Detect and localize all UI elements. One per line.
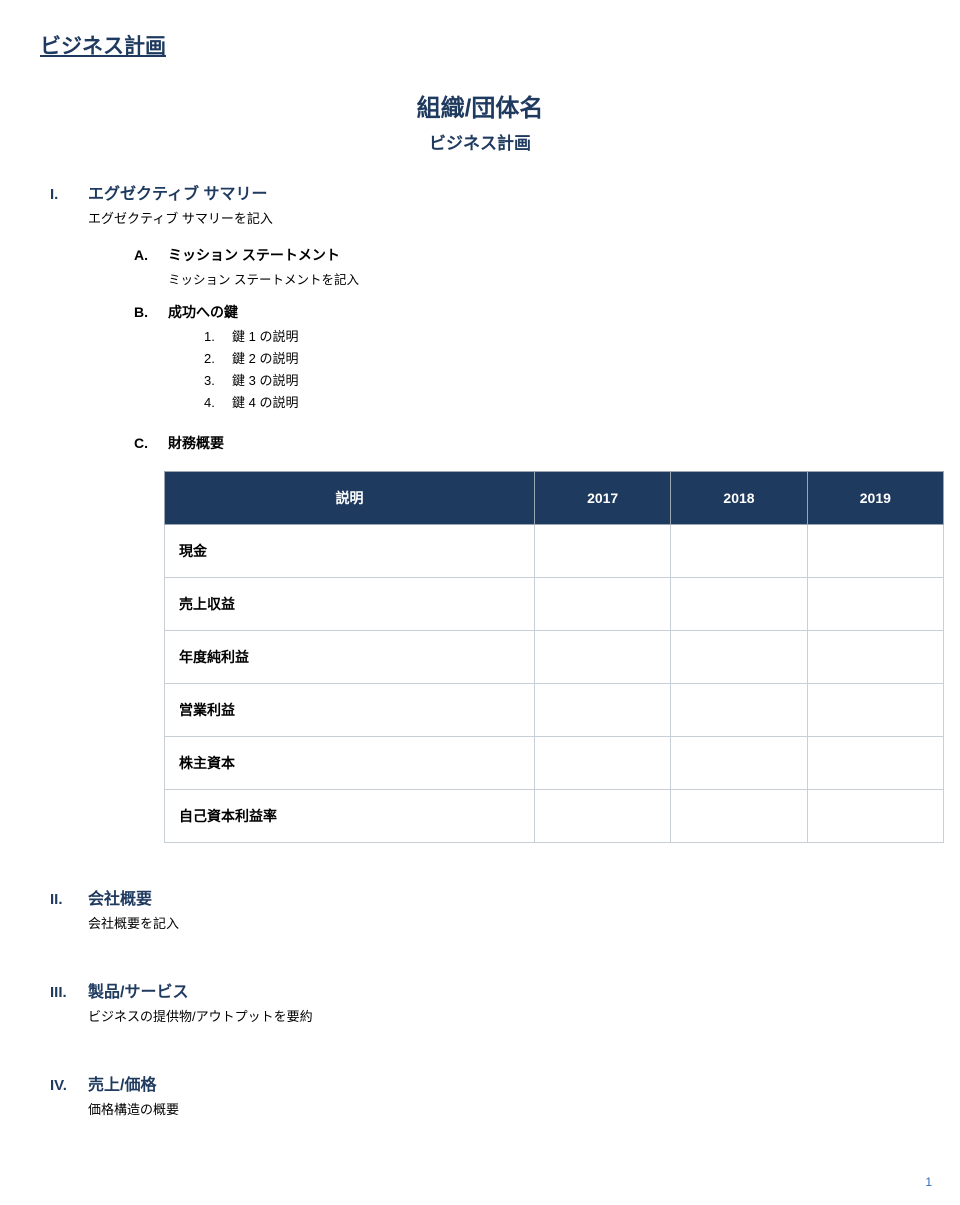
- document-subtitle: ビジネス計画: [40, 129, 920, 154]
- section-executive-summary: I. エグゼクティブ サマリー エグゼクティブ サマリーを記入 A. ミッション…: [40, 180, 920, 843]
- item-number: 4.: [204, 395, 232, 410]
- section-products-services: III. 製品/サービス ビジネスの提供物/アウトプットを要約: [40, 978, 920, 1029]
- section-body: エグゼクティブ サマリー エグゼクティブ サマリーを記入 A. ミッション ステ…: [88, 180, 944, 843]
- subsection-body: 財務概要: [168, 433, 944, 457]
- section-note: 価格構造の概要: [88, 1099, 920, 1118]
- section-number: I.: [40, 186, 88, 203]
- section-number: II.: [40, 891, 88, 908]
- section-title: 会社概要: [88, 885, 920, 909]
- section-body: 会社概要 会社概要を記入: [88, 885, 920, 936]
- subsection-title: 成功への鍵: [168, 302, 944, 322]
- cell: [671, 578, 807, 631]
- cell: [807, 790, 943, 843]
- section-sales-price: IV. 売上/価格 価格構造の概要: [40, 1071, 920, 1122]
- table-row: 営業利益: [165, 684, 944, 737]
- list-item: 4.鍵 4 の説明: [204, 392, 944, 411]
- section-company-overview: II. 会社概要 会社概要を記入: [40, 885, 920, 936]
- row-label: 自己資本利益率: [165, 790, 535, 843]
- table-row: 年度純利益: [165, 631, 944, 684]
- item-number: 3.: [204, 373, 232, 388]
- list-item: 1.鍵 1 の説明: [204, 326, 944, 345]
- row-label: 現金: [165, 525, 535, 578]
- section-note: エグゼクティブ サマリーを記入: [88, 208, 944, 227]
- section-number: III.: [40, 984, 88, 1001]
- item-text: 鍵 1 の説明: [232, 326, 298, 345]
- item-number: 2.: [204, 351, 232, 366]
- cell: [671, 631, 807, 684]
- cell: [807, 525, 943, 578]
- cell: [671, 684, 807, 737]
- cell: [535, 578, 671, 631]
- subsection-financial: C. 財務概要: [134, 433, 944, 457]
- subsection-letter: A.: [134, 247, 168, 263]
- document-page: ビジネス計画 組織/団体名 ビジネス計画 I. エグゼクティブ サマリー エグゼ…: [0, 0, 960, 1205]
- row-label: 年度純利益: [165, 631, 535, 684]
- cell: [535, 684, 671, 737]
- item-number: 1.: [204, 329, 232, 344]
- cell: [671, 525, 807, 578]
- row-label: 営業利益: [165, 684, 535, 737]
- col-year-2017: 2017: [535, 472, 671, 525]
- col-year-2019: 2019: [807, 472, 943, 525]
- subsection-letter: B.: [134, 304, 168, 320]
- section-title: エグゼクティブ サマリー: [88, 180, 944, 204]
- cell: [671, 737, 807, 790]
- organization-name: 組織/団体名: [40, 88, 920, 123]
- section-title: 製品/サービス: [88, 978, 920, 1002]
- numbered-list: 1.鍵 1 の説明 2.鍵 2 の説明 3.鍵 3 の説明 4.鍵 4 の説明: [204, 326, 944, 411]
- subsection-letter: C.: [134, 435, 168, 451]
- item-text: 鍵 2 の説明: [232, 348, 298, 367]
- table-row: 売上収益: [165, 578, 944, 631]
- cell: [807, 631, 943, 684]
- subsection-list: A. ミッション ステートメント ミッション ステートメントを記入 B. 成功へ…: [134, 245, 944, 843]
- document-header: ビジネス計画: [40, 30, 920, 60]
- subsection-title: 財務概要: [168, 433, 944, 453]
- financial-summary-table: 説明 2017 2018 2019 現金 売上収益 年度純利益 営業利益 株主資…: [164, 471, 944, 843]
- subsection-body: 成功への鍵 1.鍵 1 の説明 2.鍵 2 の説明 3.鍵 3 の説明 4.鍵 …: [168, 302, 944, 411]
- list-item: 3.鍵 3 の説明: [204, 370, 944, 389]
- cell: [807, 737, 943, 790]
- cell: [807, 578, 943, 631]
- cell: [535, 631, 671, 684]
- section-note: ビジネスの提供物/アウトプットを要約: [88, 1006, 920, 1025]
- item-text: 鍵 4 の説明: [232, 392, 298, 411]
- subsection-body: ミッション ステートメント ミッション ステートメントを記入: [168, 245, 944, 288]
- list-item: 2.鍵 2 の説明: [204, 348, 944, 367]
- cell: [807, 684, 943, 737]
- cell: [535, 525, 671, 578]
- row-label: 売上収益: [165, 578, 535, 631]
- row-label: 株主資本: [165, 737, 535, 790]
- section-number: IV.: [40, 1077, 88, 1094]
- table-row: 自己資本利益率: [165, 790, 944, 843]
- page-number: 1: [925, 1175, 932, 1189]
- subsection-keys: B. 成功への鍵 1.鍵 1 の説明 2.鍵 2 の説明 3.鍵 3 の説明 4…: [134, 302, 944, 411]
- section-body: 売上/価格 価格構造の概要: [88, 1071, 920, 1122]
- col-year-2018: 2018: [671, 472, 807, 525]
- item-text: 鍵 3 の説明: [232, 370, 298, 389]
- subsection-mission: A. ミッション ステートメント ミッション ステートメントを記入: [134, 245, 944, 288]
- section-note: 会社概要を記入: [88, 913, 920, 932]
- table-header-row: 説明 2017 2018 2019: [165, 472, 944, 525]
- table-row: 株主資本: [165, 737, 944, 790]
- subsection-title: ミッション ステートメント: [168, 245, 944, 265]
- title-block: 組織/団体名 ビジネス計画: [40, 88, 920, 154]
- subsection-note: ミッション ステートメントを記入: [168, 269, 944, 288]
- table-row: 現金: [165, 525, 944, 578]
- col-description: 説明: [165, 472, 535, 525]
- cell: [535, 737, 671, 790]
- section-body: 製品/サービス ビジネスの提供物/アウトプットを要約: [88, 978, 920, 1029]
- cell: [535, 790, 671, 843]
- cell: [671, 790, 807, 843]
- section-title: 売上/価格: [88, 1071, 920, 1095]
